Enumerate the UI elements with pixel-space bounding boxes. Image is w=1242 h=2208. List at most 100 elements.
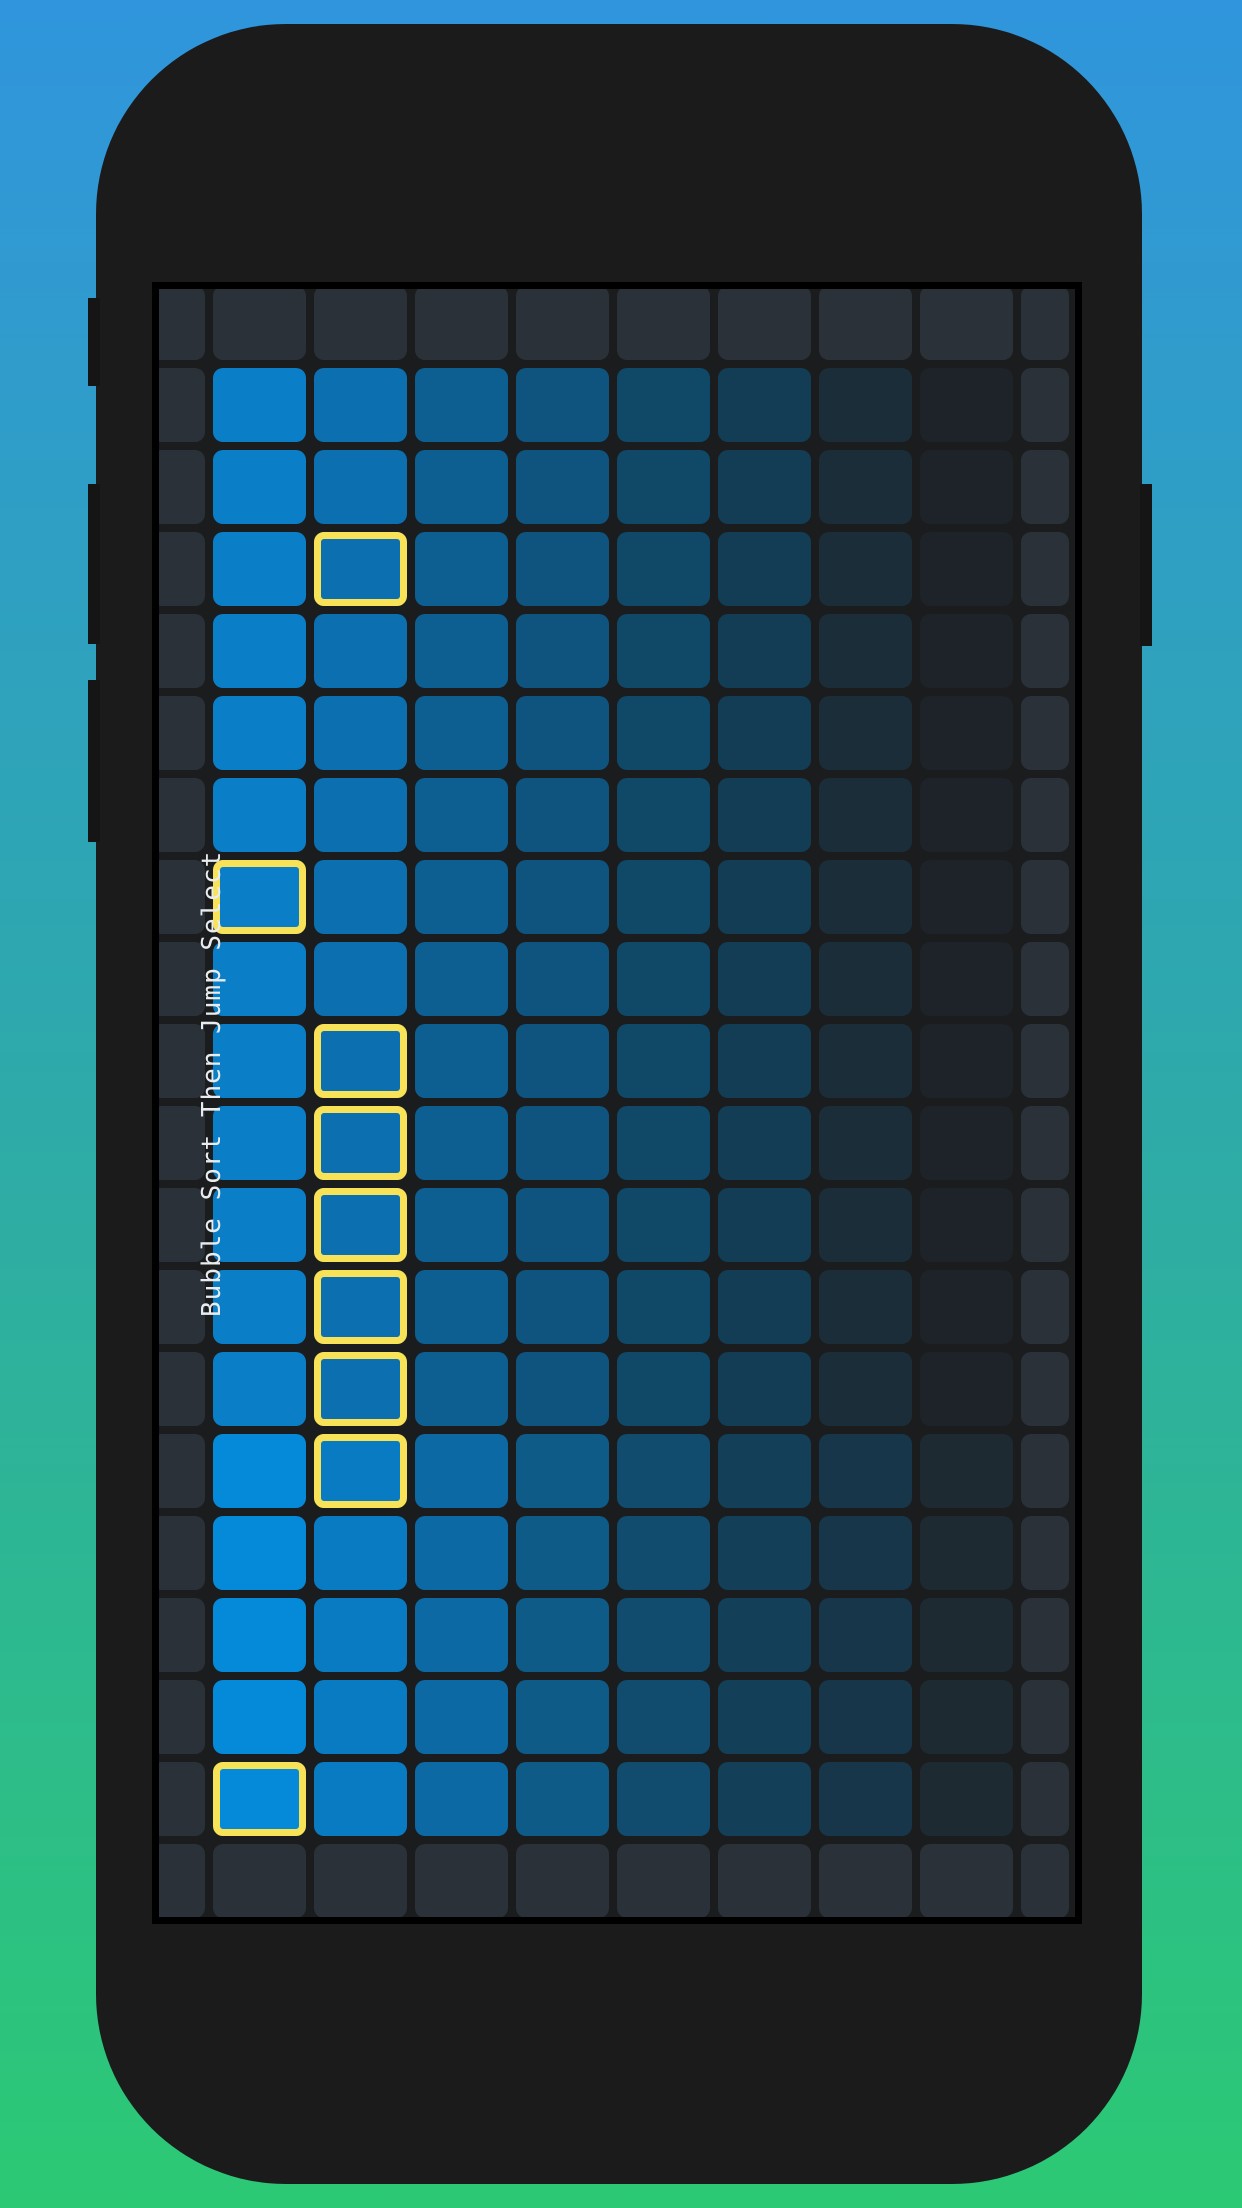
- grid-tile[interactable]: [819, 1762, 912, 1836]
- grid-tile[interactable]: [617, 1188, 710, 1262]
- grid-tile[interactable]: [314, 696, 407, 770]
- grid-tile[interactable]: [213, 1434, 306, 1508]
- grid-tile[interactable]: [920, 860, 1013, 934]
- grid-tile[interactable]: [617, 942, 710, 1016]
- grid-tile[interactable]: [920, 942, 1013, 1016]
- grid-tile[interactable]: [718, 1434, 811, 1508]
- grid-tile[interactable]: [718, 1680, 811, 1754]
- grid-tile[interactable]: [516, 1680, 609, 1754]
- grid-tile[interactable]: [415, 1188, 508, 1262]
- grid-tile[interactable]: [516, 1762, 609, 1836]
- grid-tile[interactable]: [415, 942, 508, 1016]
- grid-tile[interactable]: [920, 1434, 1013, 1508]
- grid-tile[interactable]: [617, 1106, 710, 1180]
- grid-tile[interactable]: [314, 860, 407, 934]
- grid-tile[interactable]: [617, 860, 710, 934]
- grid-tile[interactable]: [718, 1762, 811, 1836]
- grid-tile[interactable]: [415, 450, 508, 524]
- grid-tile[interactable]: [718, 1024, 811, 1098]
- grid-tile[interactable]: [415, 860, 508, 934]
- grid-tile[interactable]: [314, 1024, 407, 1098]
- grid-tile[interactable]: [617, 368, 710, 442]
- grid-tile[interactable]: [314, 1270, 407, 1344]
- grid-tile[interactable]: [920, 1188, 1013, 1262]
- grid-tile[interactable]: [415, 696, 508, 770]
- grid-tile[interactable]: [920, 1516, 1013, 1590]
- grid-tile[interactable]: [415, 778, 508, 852]
- grid-tile[interactable]: [314, 1352, 407, 1426]
- grid-tile[interactable]: [516, 1598, 609, 1672]
- grid-tile[interactable]: [920, 450, 1013, 524]
- grid-tile[interactable]: [415, 1516, 508, 1590]
- grid-tile[interactable]: [213, 778, 306, 852]
- grid-tile[interactable]: [213, 368, 306, 442]
- grid-tile[interactable]: [819, 450, 912, 524]
- grid-tile[interactable]: [920, 1598, 1013, 1672]
- grid-tile[interactable]: [718, 1516, 811, 1590]
- grid-tile[interactable]: [415, 1106, 508, 1180]
- grid-tile[interactable]: [920, 532, 1013, 606]
- grid-tile[interactable]: [415, 1680, 508, 1754]
- grid-tile[interactable]: [920, 1270, 1013, 1344]
- grid-tile[interactable]: [314, 1106, 407, 1180]
- grid-tile[interactable]: [819, 1106, 912, 1180]
- grid-tile[interactable]: [516, 1434, 609, 1508]
- grid-tile[interactable]: [516, 1188, 609, 1262]
- grid-tile[interactable]: [516, 532, 609, 606]
- grid-tile[interactable]: [516, 778, 609, 852]
- grid-tile[interactable]: [617, 1680, 710, 1754]
- grid-tile[interactable]: [516, 1106, 609, 1180]
- grid-tile[interactable]: [819, 614, 912, 688]
- grid-tile[interactable]: [213, 1516, 306, 1590]
- grid-tile[interactable]: [213, 450, 306, 524]
- grid-tile[interactable]: [314, 368, 407, 442]
- grid-tile[interactable]: [516, 1270, 609, 1344]
- grid-tile[interactable]: [314, 450, 407, 524]
- grid-tile[interactable]: [920, 1106, 1013, 1180]
- grid-tile[interactable]: [718, 1106, 811, 1180]
- grid-tile[interactable]: [314, 614, 407, 688]
- grid-tile[interactable]: [718, 1352, 811, 1426]
- grid-tile[interactable]: [617, 778, 710, 852]
- grid-tile[interactable]: [516, 1352, 609, 1426]
- grid-tile[interactable]: [314, 1762, 407, 1836]
- grid-tile[interactable]: [516, 614, 609, 688]
- grid-tile[interactable]: [920, 1352, 1013, 1426]
- grid-tile[interactable]: [718, 1270, 811, 1344]
- grid-tile[interactable]: [920, 1762, 1013, 1836]
- grid-tile[interactable]: [819, 1434, 912, 1508]
- grid-tile[interactable]: [617, 614, 710, 688]
- grid-tile[interactable]: [617, 1024, 710, 1098]
- grid-tile[interactable]: [920, 1024, 1013, 1098]
- grid-tile[interactable]: [617, 1434, 710, 1508]
- grid-tile[interactable]: [617, 450, 710, 524]
- grid-tile[interactable]: [819, 1188, 912, 1262]
- grid-tile[interactable]: [617, 1516, 710, 1590]
- grid-tile[interactable]: [314, 1680, 407, 1754]
- grid-tile[interactable]: [415, 1270, 508, 1344]
- grid-tile[interactable]: [819, 1270, 912, 1344]
- grid-tile[interactable]: [213, 532, 306, 606]
- grid-tile[interactable]: [718, 614, 811, 688]
- grid-tile[interactable]: [314, 778, 407, 852]
- grid-tile[interactable]: [819, 1516, 912, 1590]
- grid-tile[interactable]: [213, 1598, 306, 1672]
- grid-tile[interactable]: [718, 778, 811, 852]
- grid-tile[interactable]: [617, 1762, 710, 1836]
- grid-tile[interactable]: [819, 1680, 912, 1754]
- grid-tile[interactable]: [415, 1762, 508, 1836]
- grid-tile[interactable]: [718, 696, 811, 770]
- grid-tile[interactable]: [415, 532, 508, 606]
- grid-tile[interactable]: [415, 1434, 508, 1508]
- grid-tile[interactable]: [617, 1270, 710, 1344]
- grid-tile[interactable]: [920, 778, 1013, 852]
- grid-tile[interactable]: [819, 1024, 912, 1098]
- grid-tile[interactable]: [314, 532, 407, 606]
- grid-tile[interactable]: [819, 368, 912, 442]
- grid-tile[interactable]: [718, 532, 811, 606]
- grid-tile[interactable]: [314, 942, 407, 1016]
- grid-tile[interactable]: [718, 1188, 811, 1262]
- grid-tile[interactable]: [415, 614, 508, 688]
- grid-tile[interactable]: [516, 860, 609, 934]
- grid-tile[interactable]: [718, 450, 811, 524]
